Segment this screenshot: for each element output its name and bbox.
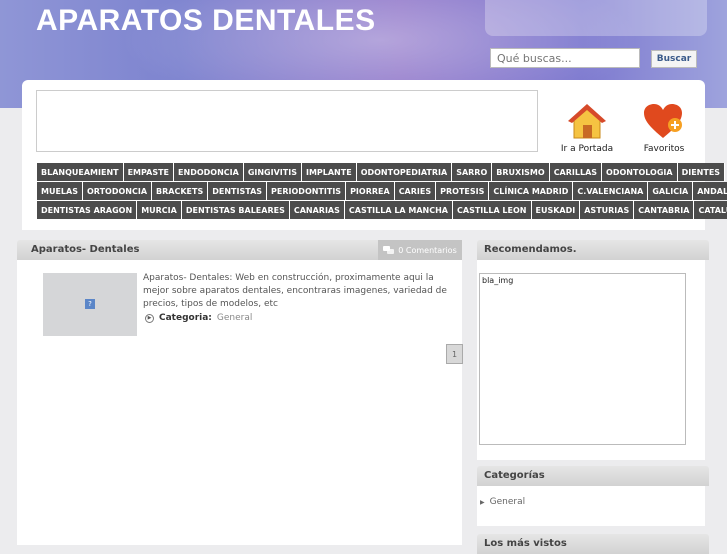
recommend-title: Recomendamos. (484, 244, 577, 255)
nav-item-ortodoncia[interactable]: ORTODONCIA (82, 182, 153, 200)
nav-item-dientes[interactable]: DIENTES (677, 163, 726, 181)
category-label: Categoria: (159, 313, 212, 323)
ad-image-alt: bla_img (482, 276, 514, 285)
page-1-button[interactable]: 1 (446, 344, 463, 364)
nav-item-galicia[interactable]: GALICIA (648, 182, 694, 200)
nav-item-sarro[interactable]: SARRO (452, 163, 493, 181)
post-category: ▶ Categoria: General (145, 313, 252, 323)
post-thumbnail[interactable]: ? (43, 273, 137, 336)
search-input[interactable] (490, 48, 640, 68)
nav-item-c-valenciana[interactable]: C.VALENCIANA (573, 182, 649, 200)
nav-item-dentistas-baleares[interactable]: DENTISTAS BALEARES (181, 201, 290, 219)
comments-count: 0 Comentarios (398, 245, 457, 255)
nav-item-clinica-madrid[interactable]: CLÍNICA MADRID (489, 182, 574, 200)
nav-item-andalucia[interactable]: ANDALUCIA (693, 182, 727, 200)
most-viewed-header: Los más vistos (477, 534, 709, 554)
nav-item-gingivitis[interactable]: GINGIVITIS (243, 163, 302, 181)
top-panel (485, 0, 707, 36)
favorites-link[interactable]: Favoritos (634, 103, 694, 154)
ad-box[interactable]: bla_img (479, 273, 686, 445)
nav-item-caries[interactable]: CARIES (394, 182, 437, 200)
recommend-header: Recomendamos. (477, 240, 709, 260)
triangle-right-icon: ▶ (480, 498, 485, 506)
nav-item-carillas[interactable]: CARILLAS (549, 163, 603, 181)
search-button[interactable]: Buscar (651, 50, 697, 68)
nav-item-bruxismo[interactable]: BRUXISMO (492, 163, 550, 181)
nav-item-castilla-leon[interactable]: CASTILLA LEON (453, 201, 532, 219)
nav-item-asturias[interactable]: ASTURIAS (580, 201, 635, 219)
home-label: Ir a Portada (560, 144, 614, 154)
main-nav: BLANQUEAMIENT EMPASTE ENDODONCIA GINGIVI… (37, 163, 727, 220)
nav-item-endodoncia[interactable]: ENDODONCIA (174, 163, 244, 181)
nav-item-implante[interactable]: IMPLANTE (301, 163, 357, 181)
nav-item-dentistas-aragon[interactable]: DENTISTAS ARAGON (37, 201, 138, 219)
nav-item-brackets[interactable]: BRACKETS (152, 182, 209, 200)
nav-item-catalunya[interactable]: CATALUNYA (694, 201, 727, 219)
nav-row-2: MUELAS ORTODONCIA BRACKETS DENTISTAS PER… (37, 182, 727, 200)
nav-item-castilla-la-mancha[interactable]: CASTILLA LA MANCHA (344, 201, 453, 219)
nav-row-1: BLANQUEAMIENT EMPASTE ENDODONCIA GINGIVI… (37, 163, 726, 181)
nav-item-muelas[interactable]: MUELAS (37, 182, 83, 200)
nav-item-cantabria[interactable]: CANTABRIA (634, 201, 695, 219)
category-link[interactable]: General (217, 313, 252, 323)
most-viewed-title: Los más vistos (484, 538, 567, 549)
nav-item-odontologia[interactable]: ODONTOLOGIA (602, 163, 678, 181)
nav-item-piorrea[interactable]: PIORREA (346, 182, 395, 200)
site-title[interactable]: APARATOS DENTALES (36, 4, 376, 38)
nav-item-protesis[interactable]: PROTESIS (436, 182, 490, 200)
nav-item-dentistas[interactable]: DENTISTAS (208, 182, 268, 200)
nav-item-odontopediatria[interactable]: ODONTOPEDIATRIA (356, 163, 453, 181)
nav-row-3: DENTISTAS ARAGON MURCIA DENTISTAS BALEAR… (37, 201, 727, 219)
nav-item-murcia[interactable]: MURCIA (137, 201, 182, 219)
categories-title: Categorías (484, 470, 545, 481)
comments-icon (383, 246, 395, 254)
home-link[interactable]: Ir a Portada (557, 103, 617, 154)
heart-plus-icon (644, 104, 682, 138)
favorites-label: Favoritos (643, 144, 685, 154)
category-item-general[interactable]: ▶ General (480, 497, 525, 507)
post-excerpt: Aparatos- Dentales: Web en construcción,… (143, 273, 447, 310)
comments-link[interactable]: 0 Comentarios (378, 240, 462, 260)
nav-item-blanqueamiento[interactable]: BLANQUEAMIENT (37, 163, 124, 181)
category-item-label: General (489, 497, 526, 507)
arrow-circle-icon: ▶ (145, 313, 154, 323)
nav-item-canarias[interactable]: CANARIAS (289, 201, 345, 219)
categories-header: Categorías (477, 466, 709, 486)
nav-item-euskadi[interactable]: EUSKADI (531, 201, 581, 219)
nav-item-empaste[interactable]: EMPASTE (123, 163, 175, 181)
post-header: Aparatos- Dentales 0 Comentarios (17, 240, 462, 260)
nav-item-periodontitis[interactable]: PERIODONTITIS (267, 182, 347, 200)
banner-box (36, 90, 538, 152)
house-icon (568, 104, 606, 139)
broken-image-icon: ? (85, 299, 95, 309)
post-title[interactable]: Aparatos- Dentales (31, 244, 139, 255)
